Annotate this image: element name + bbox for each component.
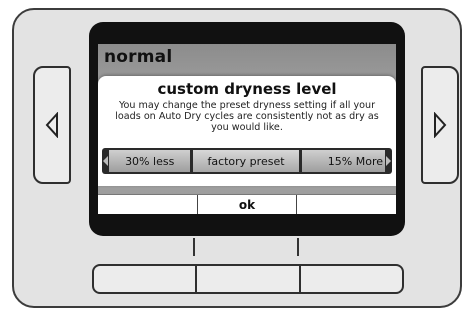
left-nav-button[interactable] [33, 66, 71, 184]
softkey-ok-label: ok [198, 195, 298, 214]
dryness-dialog: custom dryness level You may change the … [98, 76, 396, 186]
softkey-left-button[interactable] [94, 266, 198, 292]
right-nav-button[interactable] [421, 66, 459, 184]
option-factory-preset[interactable]: factory preset [193, 150, 299, 172]
softkey-divider-left [193, 238, 195, 256]
softkey-ok-button[interactable] [197, 266, 301, 292]
triangle-right-icon [434, 112, 447, 138]
display-screen: normal custom dryness level You may chan… [98, 44, 396, 214]
softkey-buttons [92, 264, 404, 294]
dialog-message: You may change the preset dryness settin… [115, 100, 379, 133]
scroll-right-icon [386, 156, 391, 166]
option-15-more[interactable]: 15% More [301, 150, 385, 172]
dialog-title: custom dryness level [157, 80, 337, 98]
screen-title: normal [104, 47, 173, 67]
dryness-options: 30% less factory preset 15% More [102, 148, 392, 174]
softkey-bar: ok [98, 194, 396, 214]
option-30-less[interactable]: 30% less [109, 150, 191, 172]
triangle-left-icon [45, 112, 58, 138]
softkey-divider-right [297, 238, 299, 256]
softkey-right-button[interactable] [301, 266, 402, 292]
softkey-left-label [98, 195, 198, 214]
softkey-right-label [297, 195, 396, 214]
scroll-left-icon [103, 156, 108, 166]
